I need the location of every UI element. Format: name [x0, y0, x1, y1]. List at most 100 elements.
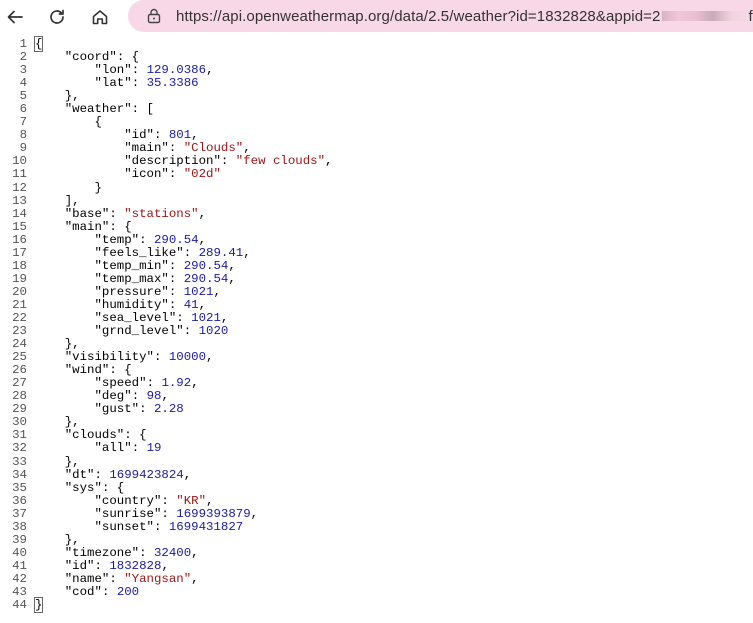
- json-punctuation: ,: [250, 506, 259, 521]
- json-key: "description": [124, 154, 221, 169]
- json-punctuation: ],: [35, 193, 80, 208]
- json-punctuation: ,: [191, 545, 199, 560]
- json-punctuation: :: [109, 571, 125, 586]
- json-punctuation: }: [33, 597, 44, 614]
- line-number: 36: [12, 493, 27, 508]
- json-number: 41: [183, 297, 199, 312]
- back-button[interactable]: [0, 2, 30, 32]
- json-punctuation: [35, 363, 65, 377]
- line-number: 34: [12, 467, 27, 482]
- line-number: 44: [12, 598, 27, 613]
- redacted-api-key: [662, 11, 748, 21]
- json-punctuation: [35, 63, 95, 77]
- json-punctuation: [35, 324, 95, 338]
- json-punctuation: },: [35, 454, 80, 469]
- json-punctuation: {: [35, 115, 102, 130]
- json-line: 11 "icon": "02d": [0, 168, 753, 181]
- json-key: "lon": [94, 63, 132, 78]
- json-punctuation: :: [161, 493, 177, 508]
- json-punctuation: :: [168, 284, 184, 299]
- json-punctuation: [35, 389, 95, 403]
- json-key: "id": [124, 128, 154, 143]
- json-punctuation: : {: [124, 428, 147, 443]
- reload-button[interactable]: [42, 2, 72, 32]
- line-number: 20: [12, 284, 27, 299]
- json-line: 38 "sunset": 1699431827: [0, 519, 753, 534]
- json-key: "deg": [94, 389, 132, 404]
- json-punctuation: ,: [228, 258, 236, 273]
- line-number: 41: [12, 558, 27, 573]
- json-key: "id": [64, 558, 95, 573]
- json-punctuation: {: [33, 36, 44, 52]
- json-punctuation: [35, 559, 65, 573]
- json-punctuation: },: [35, 89, 80, 104]
- json-punctuation: [35, 167, 124, 181]
- json-code: "cod": 200: [35, 585, 139, 599]
- json-punctuation: :: [153, 350, 169, 365]
- json-number: 1020: [198, 324, 229, 339]
- json-punctuation: :: [139, 232, 154, 247]
- back-arrow-icon: [7, 10, 23, 24]
- json-punctuation: ,: [243, 141, 251, 156]
- line-number: 12: [12, 180, 27, 195]
- json-punctuation: [35, 76, 95, 90]
- home-button[interactable]: [85, 2, 115, 32]
- json-number: 1699393879: [176, 506, 251, 521]
- json-key: "coord": [64, 50, 117, 65]
- json-string: "02d": [183, 167, 221, 182]
- json-punctuation: :: [220, 154, 236, 169]
- json-punctuation: [35, 441, 95, 455]
- json-key: "weather": [64, 102, 132, 117]
- json-key: "sunrise": [94, 506, 162, 521]
- json-punctuation: ,: [206, 350, 214, 365]
- json-punctuation: :: [131, 63, 147, 78]
- json-number: 129.0386: [146, 63, 207, 78]
- line-number: 14: [12, 206, 27, 221]
- line-number: 42: [12, 571, 27, 586]
- json-key: "sys": [64, 480, 102, 495]
- json-punctuation: ,: [198, 232, 207, 247]
- json-punctuation: :: [153, 128, 169, 143]
- json-number: 1021: [183, 284, 214, 299]
- json-punctuation: [35, 154, 124, 168]
- json-key: "temp": [94, 232, 140, 247]
- home-icon: [92, 10, 108, 25]
- json-code: }: [33, 597, 44, 614]
- json-punctuation: ,: [213, 284, 221, 299]
- line-number: 39: [12, 532, 27, 547]
- json-line: 6 "weather": [: [0, 103, 753, 116]
- json-number: 35.3386: [146, 76, 199, 91]
- json-punctuation: :: [139, 545, 154, 560]
- json-punctuation: ,: [191, 571, 199, 586]
- json-key: "main": [124, 141, 169, 156]
- json-punctuation: ,: [198, 297, 207, 312]
- json-punctuation: ,: [325, 154, 333, 169]
- json-punctuation: :: [139, 402, 154, 417]
- json-punctuation: [35, 298, 95, 312]
- json-punctuation: : {: [109, 363, 132, 378]
- json-number: 98: [146, 389, 162, 404]
- json-string: "Clouds": [183, 141, 244, 156]
- json-punctuation: ,: [183, 467, 192, 482]
- json-key: "timezone": [64, 545, 140, 560]
- json-string: "KR": [176, 493, 207, 508]
- json-key: "clouds": [64, 428, 125, 443]
- json-punctuation: [35, 428, 65, 442]
- json-punctuation: :: [131, 76, 147, 91]
- url-text: https://api.openweathermap.org/data/2.5/…: [176, 7, 661, 25]
- json-key: "grnd_level": [94, 324, 184, 339]
- json-line: 12 }: [0, 180, 753, 195]
- json-punctuation: [35, 350, 65, 364]
- json-punctuation: :: [161, 506, 177, 521]
- json-key: "sunset": [94, 519, 155, 534]
- json-punctuation: [35, 494, 95, 508]
- address-bar[interactable]: https://api.openweathermap.org/data/2.5/…: [128, 0, 753, 32]
- json-punctuation: ,: [191, 128, 199, 143]
- json-punctuation: },: [35, 415, 80, 430]
- json-key: "humidity": [94, 297, 169, 312]
- json-punctuation: [35, 572, 65, 586]
- json-punctuation: [35, 481, 65, 495]
- json-punctuation: [35, 468, 65, 482]
- json-number: 1832828: [109, 558, 162, 573]
- json-punctuation: :: [109, 206, 125, 221]
